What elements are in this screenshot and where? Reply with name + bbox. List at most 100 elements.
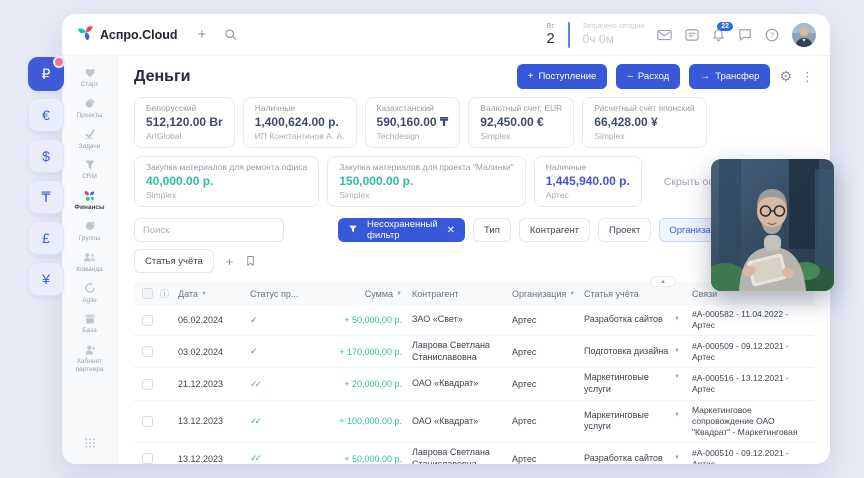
- category-label: Маркетинговые услуги: [584, 410, 674, 433]
- button-icon: +: [528, 71, 534, 82]
- currency-button-6[interactable]: ¥: [28, 262, 64, 296]
- account-name: Расчетный счет японский: [594, 103, 694, 113]
- row-checkbox[interactable]: [142, 416, 153, 427]
- sidebar-item-agile[interactable]: Agile: [62, 278, 117, 309]
- clear-filter-icon[interactable]: ✕: [447, 225, 455, 236]
- col-amount[interactable]: Сумма▼: [320, 289, 412, 299]
- table-row[interactable]: 21.12.2023 ✓✓ + 20,000.00 р. ОАО «Квадра…: [134, 368, 814, 400]
- account-card[interactable]: Расчетный счет японский 66,428.00 ¥ Simp…: [582, 97, 706, 148]
- time-tracker[interactable]: Затрачено сегодня 0ч 0м: [583, 23, 644, 46]
- cell-status: ✓✓: [250, 416, 320, 427]
- col-category[interactable]: Статья учёта: [584, 289, 692, 299]
- help-icon[interactable]: ?: [765, 28, 779, 42]
- chevron-down-icon[interactable]: ▼: [674, 374, 680, 382]
- sidebar-item-groups[interactable]: Группы: [62, 216, 117, 247]
- account-card[interactable]: Закупка материалов для проекта "Малинки"…: [327, 156, 525, 207]
- cell-links[interactable]: #A-000582 - 11.04.2022 - Артес: [692, 309, 814, 331]
- account-card[interactable]: Наличные 1,445,940.00 р. Артес: [534, 156, 642, 207]
- cell-status: ✓✓: [250, 453, 320, 464]
- note-icon[interactable]: [685, 29, 699, 41]
- sidebar-item-funnel[interactable]: CRM: [62, 154, 117, 185]
- row-checkbox[interactable]: [142, 379, 153, 390]
- button-label: Трансфер: [715, 71, 759, 82]
- account-organization: Techdesign: [377, 131, 449, 141]
- filter-chip[interactable]: Тип: [473, 218, 511, 242]
- sidebar-item-label: База: [82, 327, 96, 335]
- mail-icon[interactable]: [657, 29, 672, 41]
- presenter-video-widget[interactable]: [711, 159, 834, 291]
- action-button-1[interactable]: + Поступление: [517, 64, 608, 89]
- cell-category: Подготовка дизайна ▼: [584, 346, 692, 358]
- row-checkbox[interactable]: [142, 315, 153, 326]
- search-icon[interactable]: [224, 28, 237, 41]
- account-balance: 92,450.00 €: [480, 115, 562, 129]
- col-organization[interactable]: Организация▼: [512, 289, 584, 299]
- cell-links[interactable]: #A-000509 - 09.12.2021 - Артес: [692, 341, 814, 363]
- account-card[interactable]: Валютный счет, EUR 92,450.00 € Simplex: [468, 97, 574, 148]
- row-checkbox[interactable]: [142, 346, 153, 357]
- cell-status: ✓✓: [250, 379, 320, 390]
- row-checkbox[interactable]: [142, 453, 153, 464]
- button-label: Поступление: [538, 71, 596, 82]
- chat-icon[interactable]: [738, 28, 752, 41]
- cell-status: ✓: [250, 346, 320, 357]
- info-icon[interactable]: ⓘ: [160, 287, 178, 300]
- currency-button-3[interactable]: $: [28, 139, 64, 173]
- filter-chip[interactable]: Проект: [598, 218, 651, 242]
- heart-icon: [84, 66, 96, 79]
- apps-grid-icon[interactable]: [84, 436, 96, 454]
- app-logo[interactable]: Аспро.Cloud: [78, 24, 178, 45]
- col-contractor[interactable]: Контрагент: [412, 289, 512, 299]
- add-filter-icon[interactable]: +: [226, 254, 234, 269]
- col-status[interactable]: Статус пр...: [250, 289, 320, 299]
- bookmark-icon[interactable]: [245, 255, 256, 267]
- bell-icon[interactable]: 22: [712, 28, 725, 42]
- sidebar-item-projects[interactable]: Проекты: [62, 93, 117, 124]
- sidebar-item-team[interactable]: Команда: [62, 247, 117, 278]
- sidebar-item-base[interactable]: База: [62, 308, 117, 339]
- action-button-2[interactable]: – Расход: [616, 64, 680, 89]
- unsaved-filter-button[interactable]: Несохраненный фильтр ✕: [338, 218, 465, 242]
- cell-amount: + 20,000.00 р.: [320, 379, 412, 389]
- chevron-down-icon[interactable]: ▼: [674, 412, 680, 420]
- currency-button-2[interactable]: €: [28, 98, 64, 132]
- table-row[interactable]: 06.02.2024 ✓ + 50,000.00 р. ЗАО «Свет» А…: [134, 305, 814, 336]
- account-card[interactable]: Белорусский 512,120.00 Br ArtGlobal: [134, 97, 235, 148]
- settings-gear-icon[interactable]: ⚙: [779, 68, 792, 85]
- account-card[interactable]: Закупка материалов для ремонта офиса 40,…: [134, 156, 319, 207]
- sidebar-item-finance[interactable]: Финансы: [62, 185, 117, 216]
- search-input[interactable]: [134, 218, 284, 242]
- currency-button-4[interactable]: ₸: [28, 180, 64, 214]
- currency-button-5[interactable]: £: [28, 221, 64, 255]
- select-all-checkbox[interactable]: [142, 288, 153, 299]
- collapse-header-icon[interactable]: ▲: [650, 276, 676, 287]
- filter-chip[interactable]: Контрагент: [519, 218, 590, 242]
- more-menu-icon[interactable]: ⋮: [801, 69, 814, 85]
- cell-links[interactable]: #A-000510 - 09.12.2021 - Артес: [692, 448, 814, 464]
- chevron-down-icon[interactable]: ▼: [674, 316, 680, 324]
- user-avatar[interactable]: [792, 23, 816, 47]
- cell-amount: + 50,000.00 р.: [320, 454, 412, 464]
- sidebar-item-heart[interactable]: Старт: [62, 62, 117, 93]
- sidebar-nav: Старт Проекты Задачи CRM Финансы Группы …: [62, 56, 118, 464]
- filter-chip-label: Контрагент: [530, 225, 579, 236]
- table-row[interactable]: 13.12.2023 ✓✓ + 100,000.00 р. ОАО «Квадр…: [134, 401, 814, 443]
- status-paid-icon: ✓✓: [250, 416, 259, 426]
- table-row[interactable]: 03.02.2024 ✓ + 170,000.00 р. Лаврова Све…: [134, 336, 814, 368]
- action-button-3[interactable]: → Трансфер: [689, 64, 770, 89]
- category-filter-chip[interactable]: Статья учёта: [134, 249, 214, 273]
- currency-button-1[interactable]: ₽: [28, 57, 64, 91]
- account-card[interactable]: Казахстанский 590,160.00 ₸ Techdesign: [365, 97, 461, 148]
- sidebar-item-tasks[interactable]: Задачи: [62, 124, 117, 155]
- cell-links[interactable]: #A-000516 - 13.12.2021 - Артес: [692, 373, 814, 395]
- create-icon[interactable]: +: [198, 26, 207, 43]
- cell-links[interactable]: Маркетинговое сопровождение ОАО "Квадрат…: [692, 405, 814, 438]
- currency-rail: ₽ € $ ₸ £ ¥: [28, 57, 66, 296]
- chevron-down-icon[interactable]: ▼: [674, 455, 680, 463]
- sidebar-item-partner[interactable]: Кабинет партнера: [62, 339, 117, 378]
- chevron-down-icon[interactable]: ▼: [674, 348, 680, 356]
- col-date[interactable]: Дата▼: [178, 289, 250, 299]
- calendar-day[interactable]: Вт 2: [546, 23, 554, 46]
- account-card[interactable]: Наличные 1,400,624.00 р. ИП Константинов…: [243, 97, 357, 148]
- table-row[interactable]: 13.12.2023 ✓✓ + 50,000.00 р. Лаврова Све…: [134, 443, 814, 464]
